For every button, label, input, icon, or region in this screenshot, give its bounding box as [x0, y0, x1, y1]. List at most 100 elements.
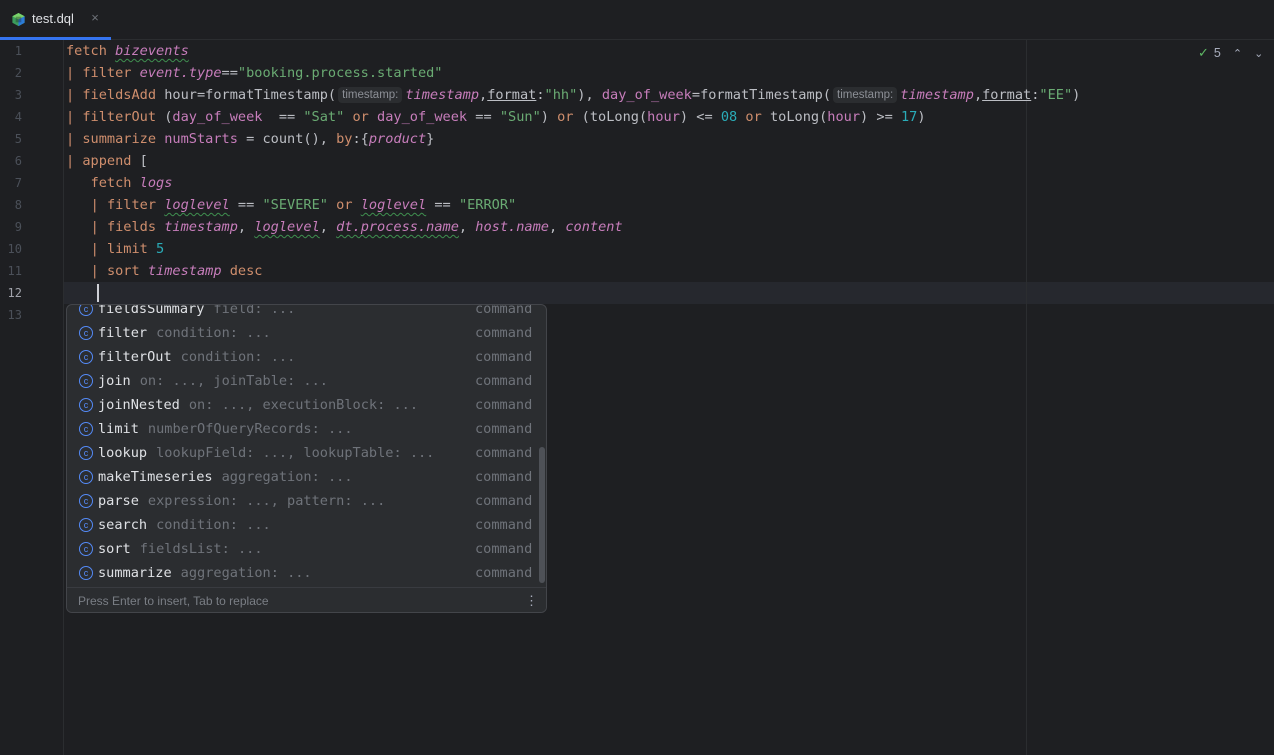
completion-item[interactable]: c filter condition: ... command: [67, 321, 537, 345]
text-caret: [97, 284, 99, 302]
line-number: 2: [14, 66, 22, 80]
completion-item-signature: lookupField: ..., lookupTable: ...: [156, 445, 435, 461]
completion-item-type: command: [475, 565, 533, 581]
completion-item-type: command: [475, 517, 533, 533]
completion-item-name: filterOut: [98, 349, 172, 365]
command-icon: c: [79, 398, 93, 412]
right-margin-guide: [1026, 40, 1027, 755]
command-icon: c: [79, 542, 93, 556]
completion-item-type: command: [475, 469, 533, 485]
parameter-hint: timestamp:: [833, 87, 898, 103]
line-number: 6: [14, 154, 22, 168]
code-line-5: | summarize numStarts = count(), by:{pro…: [66, 131, 435, 147]
completion-item[interactable]: c summarize aggregation: ... command: [67, 561, 537, 585]
completion-footer: Press Enter to insert, Tab to replace ⋮: [67, 587, 546, 612]
completion-item-type: command: [475, 373, 533, 389]
inspection-count: 5: [1213, 46, 1221, 60]
completion-item-type: command: [475, 421, 533, 437]
tab-label: test.dql: [32, 11, 74, 26]
completion-item-type: command: [475, 541, 533, 557]
command-icon: c: [79, 566, 93, 580]
completion-item-type: command: [475, 493, 533, 509]
command-icon: c: [79, 374, 93, 388]
completion-item-type: command: [475, 445, 533, 461]
completion-item[interactable]: c fieldsSummary field: ... command: [67, 305, 537, 321]
close-icon[interactable]: ×: [89, 11, 101, 25]
code-line-9: | fields timestamp, loglevel, dt.process…: [90, 219, 623, 235]
completion-item[interactable]: c limit numberOfQueryRecords: ... command: [67, 417, 537, 441]
line-number: 8: [14, 198, 22, 212]
code-line-10: | limit 5: [90, 241, 165, 257]
completion-item-signature: on: ..., joinTable: ...: [139, 373, 328, 389]
completion-item-name: parse: [98, 493, 139, 509]
command-icon: c: [79, 326, 93, 340]
command-icon: c: [79, 350, 93, 364]
command-icon: c: [79, 494, 93, 508]
line-number: 7: [14, 176, 22, 190]
completion-popup[interactable]: c fieldsSummary field: ... command c filter c…: [66, 304, 547, 613]
code-line-8: | filter loglevel == "SEVERE" or logleve…: [90, 197, 517, 213]
command-icon: c: [79, 305, 93, 316]
completion-item-name: fieldsSummary: [98, 305, 205, 317]
completion-item-name: join: [98, 373, 131, 389]
line-number-gutter[interactable]: 1 2 3 4 5 6 7 8 9 10 11 12 13: [0, 40, 64, 755]
completion-item[interactable]: c sort fieldsList: ... command: [67, 537, 537, 561]
completion-item-signature: condition: ...: [180, 349, 296, 365]
code-line-3: | fieldsAdd hour=formatTimestamp(timesta…: [66, 87, 1081, 103]
completion-item-name: filter: [98, 325, 148, 341]
completion-item[interactable]: c parse expression: ..., pattern: ... comma…: [67, 489, 537, 513]
line-number: 1: [14, 44, 22, 58]
completion-item-name: sort: [98, 541, 131, 557]
code-line-11: | sort timestamp desc: [90, 263, 263, 279]
completion-item[interactable]: c lookup lookupField: ..., lookupTable: ..…: [67, 441, 537, 465]
completion-item[interactable]: c filterOut condition: ... command: [67, 345, 537, 369]
chevron-up-icon[interactable]: ⌃: [1233, 47, 1242, 60]
tab-test-dql[interactable]: test.dql ×: [0, 0, 111, 40]
command-icon: c: [79, 446, 93, 460]
inspection-widget[interactable]: ✓ 5 ⌃ ⌄: [1198, 44, 1263, 62]
completion-list[interactable]: c fieldsSummary field: ... command c filter c…: [67, 305, 546, 585]
command-icon: c: [79, 470, 93, 484]
code-line-1: fetch bizevents: [66, 43, 189, 59]
completion-item-name: lookup: [98, 445, 148, 461]
check-icon: ✓: [1198, 45, 1209, 60]
line-number: 9: [14, 220, 22, 234]
completion-item-type: command: [475, 349, 533, 365]
code-line-6: | append [: [66, 153, 148, 169]
completion-item-signature: aggregation: ...: [221, 469, 353, 485]
completion-item-name: summarize: [98, 565, 172, 581]
completion-item-signature: field: ...: [213, 305, 296, 317]
chevron-down-icon[interactable]: ⌄: [1254, 47, 1263, 60]
completion-item-signature: aggregation: ...: [180, 565, 312, 581]
completion-item-signature: expression: ..., pattern: ...: [147, 493, 386, 509]
completion-item-type: command: [475, 305, 533, 317]
line-number-active: 12: [7, 286, 22, 300]
completion-item[interactable]: c makeTimeseries aggregation: ... command: [67, 465, 537, 489]
line-number: 4: [14, 110, 22, 124]
line-number: 5: [14, 132, 22, 146]
completion-item[interactable]: c join on: ..., joinTable: ... command: [67, 369, 537, 393]
completion-item-signature: on: ..., executionBlock: ...: [188, 397, 418, 413]
completion-item[interactable]: c joinNested on: ..., executionBlock: ... c…: [67, 393, 537, 417]
completion-item-name: limit: [98, 421, 139, 437]
completion-item-type: command: [475, 397, 533, 413]
completion-item-name: search: [98, 517, 148, 533]
dql-file-icon: [12, 12, 25, 27]
current-line-highlight: [64, 282, 1274, 304]
line-number: 3: [14, 88, 22, 102]
more-options-icon[interactable]: ⋮: [525, 592, 538, 610]
code-line-2: | filter event.type=="booking.process.st…: [66, 65, 443, 81]
parameter-hint: timestamp:: [338, 87, 403, 103]
completion-item-name: makeTimeseries: [98, 469, 213, 485]
completion-item[interactable]: c search condition: ... command: [67, 513, 537, 537]
command-icon: c: [79, 422, 93, 436]
code-line-7: fetch logs: [90, 175, 173, 191]
editor-tab-bar: test.dql ×: [0, 0, 1274, 40]
line-number: 11: [7, 264, 22, 278]
line-number: 13: [7, 308, 22, 322]
completion-item-type: command: [475, 325, 533, 341]
completion-item-signature: fieldsList: ...: [139, 541, 263, 557]
completion-item-name: joinNested: [98, 397, 180, 413]
completion-scrollbar[interactable]: [539, 447, 545, 583]
completion-hint-text: Press Enter to insert, Tab to replace: [78, 594, 269, 608]
